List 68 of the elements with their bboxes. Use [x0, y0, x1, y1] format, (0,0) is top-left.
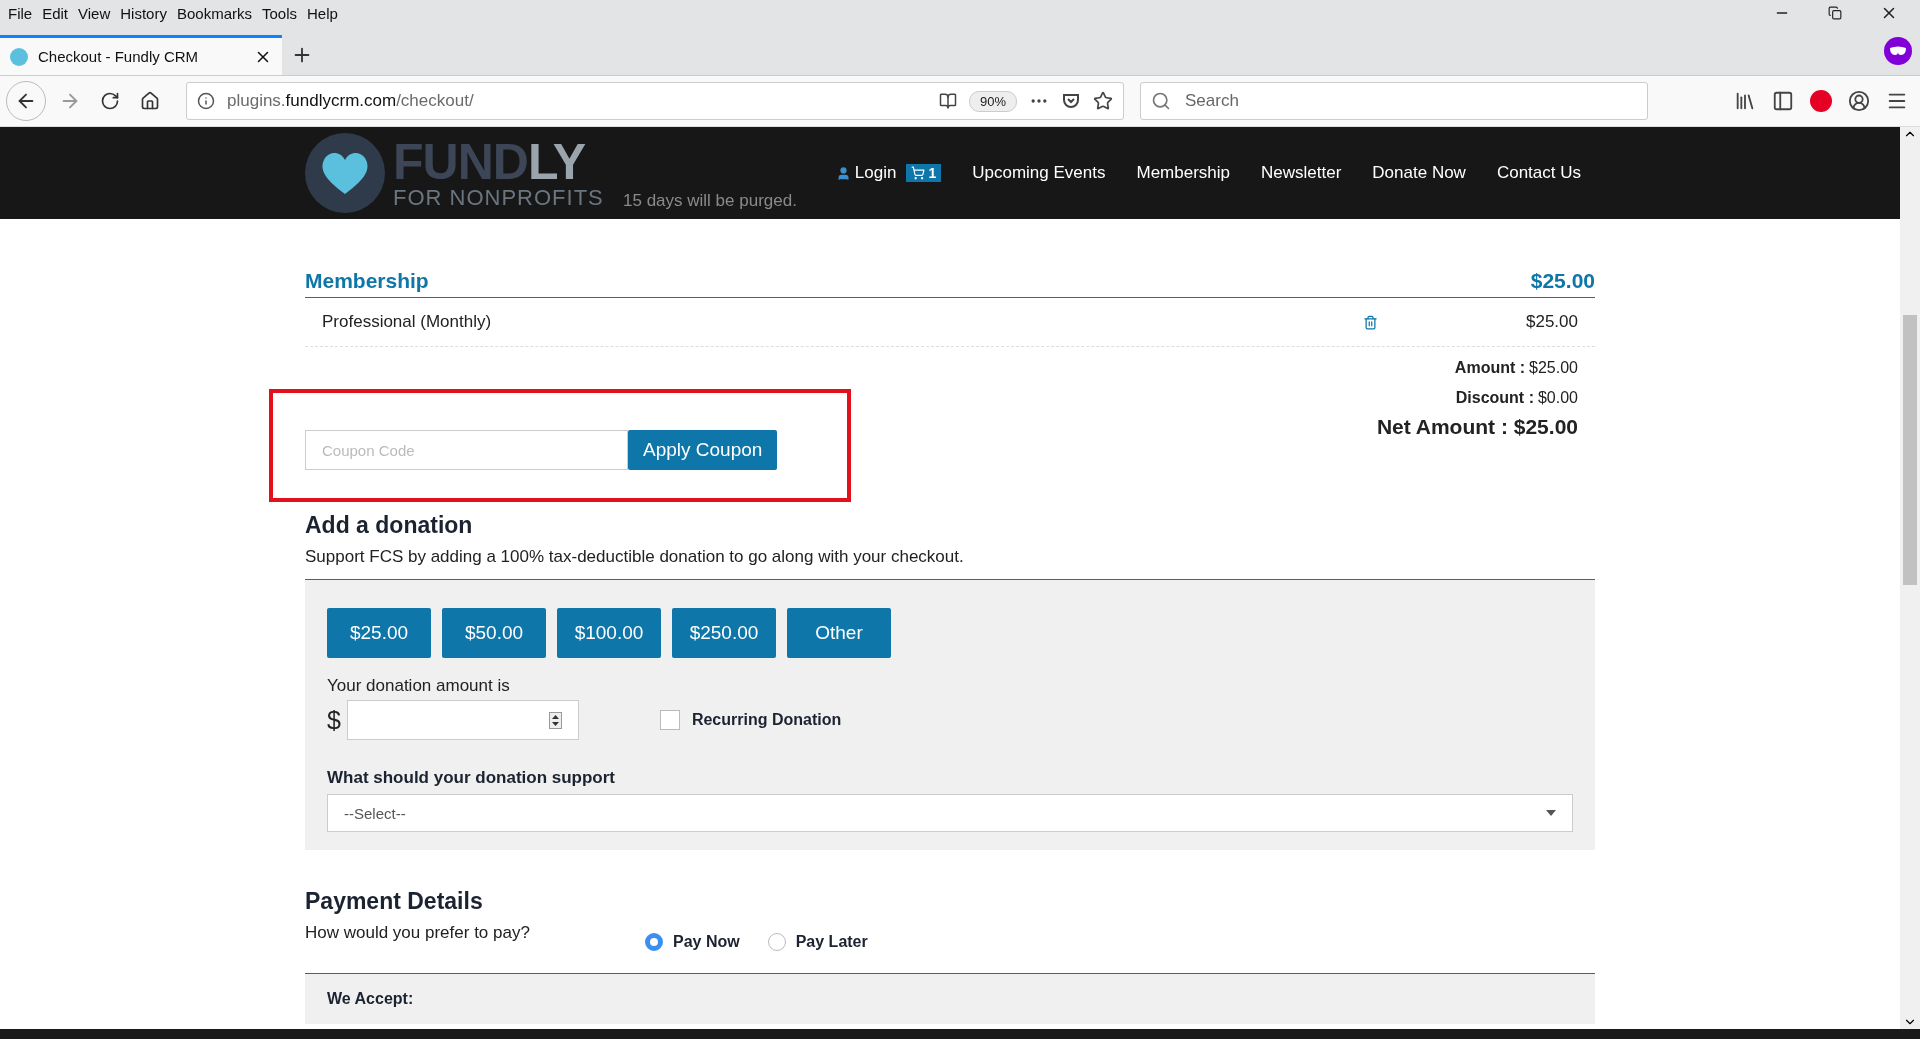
menu-item[interactable]: View — [76, 4, 119, 22]
zoom-level[interactable]: 90% — [968, 90, 1017, 112]
scroll-thumb[interactable] — [1903, 315, 1917, 585]
search-icon — [1151, 91, 1171, 111]
currency-sign: $ — [327, 705, 341, 735]
nav-link[interactable]: Membership — [1136, 163, 1231, 183]
trash-icon[interactable] — [1363, 314, 1378, 330]
recurring-checkbox[interactable] — [659, 710, 680, 730]
nav-link[interactable]: Contact Us — [1496, 163, 1581, 183]
menu-item[interactable]: Tools — [260, 4, 305, 22]
amount-label: Your donation amount is — [327, 676, 511, 696]
payment-title: Payment Details — [305, 888, 484, 915]
item-price: $25.00 — [1525, 312, 1578, 332]
amount-button[interactable]: $250.00 — [672, 608, 776, 658]
menu-item[interactable]: Bookmarks — [174, 4, 260, 22]
support-label: What should your donation support — [327, 768, 617, 788]
total-label: Amount : — [1454, 359, 1526, 377]
pocket-icon[interactable] — [1061, 91, 1081, 111]
sidebar-icon[interactable] — [1772, 90, 1794, 112]
user-icon — [835, 165, 851, 181]
checkbox-label: Recurring Donation — [691, 711, 842, 729]
info-icon[interactable] — [197, 92, 215, 110]
net-amount: Net Amount : $25.00 — [1376, 415, 1578, 439]
donation-title: Add a donation — [305, 512, 474, 539]
menu-item[interactable]: Help — [305, 4, 346, 22]
amount-button[interactable]: $25.00 — [327, 608, 431, 658]
nav-link[interactable]: Upcoming Events — [972, 163, 1106, 183]
nav-link[interactable]: Donate Now — [1372, 163, 1466, 183]
total-value: $0.00 — [1537, 389, 1578, 407]
amount-button[interactable]: Other — [787, 608, 891, 658]
section-title: Membership — [305, 269, 429, 293]
address-bar[interactable]: plugins.fundlycrm.com/checkout/ 90% — [186, 82, 1124, 120]
logo[interactable]: FUNDLY FOR NONPROFITS — [305, 133, 604, 213]
amount-button[interactable]: $100.00 — [557, 608, 661, 658]
menu-item[interactable]: Edit — [40, 4, 77, 22]
radio-label: Pay Later — [795, 933, 868, 951]
amount-field[interactable] — [346, 700, 579, 740]
menu-item[interactable]: File — [6, 4, 41, 22]
total-value: $25.00 — [1529, 359, 1578, 377]
apply-coupon-button[interactable]: Apply Coupon — [628, 430, 778, 470]
cart-badge[interactable]: 1 — [906, 164, 942, 182]
total-label: Discount : — [1455, 389, 1534, 407]
star-icon[interactable] — [1093, 91, 1113, 111]
url-text: plugins.fundlycrm.com/checkout/ — [227, 91, 475, 111]
section-total: $25.00 — [1530, 269, 1595, 293]
tab-title: Checkout - Fundly CRM — [38, 48, 200, 65]
payment-question: How would you prefer to pay? — [305, 923, 531, 943]
pin-icon[interactable] — [1810, 90, 1832, 112]
reader-icon[interactable] — [938, 92, 957, 110]
accept-label: We Accept: — [327, 990, 414, 1007]
search-box[interactable]: Search — [1140, 82, 1648, 120]
notice-text: 15 days will be purged. — [623, 191, 797, 211]
browser-tab[interactable]: Checkout - Fundly CRM — [0, 35, 282, 75]
radio-button[interactable] — [645, 933, 663, 951]
mask-icon[interactable] — [1884, 37, 1912, 65]
account-icon[interactable] — [1848, 90, 1870, 112]
site-icon — [10, 47, 28, 66]
nav-link[interactable]: Newsletter — [1261, 163, 1342, 183]
coupon-field[interactable]: Coupon Code — [305, 430, 628, 470]
library-icon[interactable] — [1734, 90, 1756, 112]
radio-button[interactable] — [767, 933, 786, 951]
menu-item[interactable]: History — [118, 4, 175, 22]
restore-icon[interactable] — [1828, 6, 1842, 20]
support-select[interactable]: --Select-- — [327, 794, 1573, 832]
amount-button[interactable]: $50.00 — [442, 608, 546, 658]
radio-label: Pay Now — [673, 933, 740, 951]
item-name: Professional (Monthly) — [322, 312, 493, 332]
login-link[interactable]: Login 1 — [835, 163, 942, 183]
